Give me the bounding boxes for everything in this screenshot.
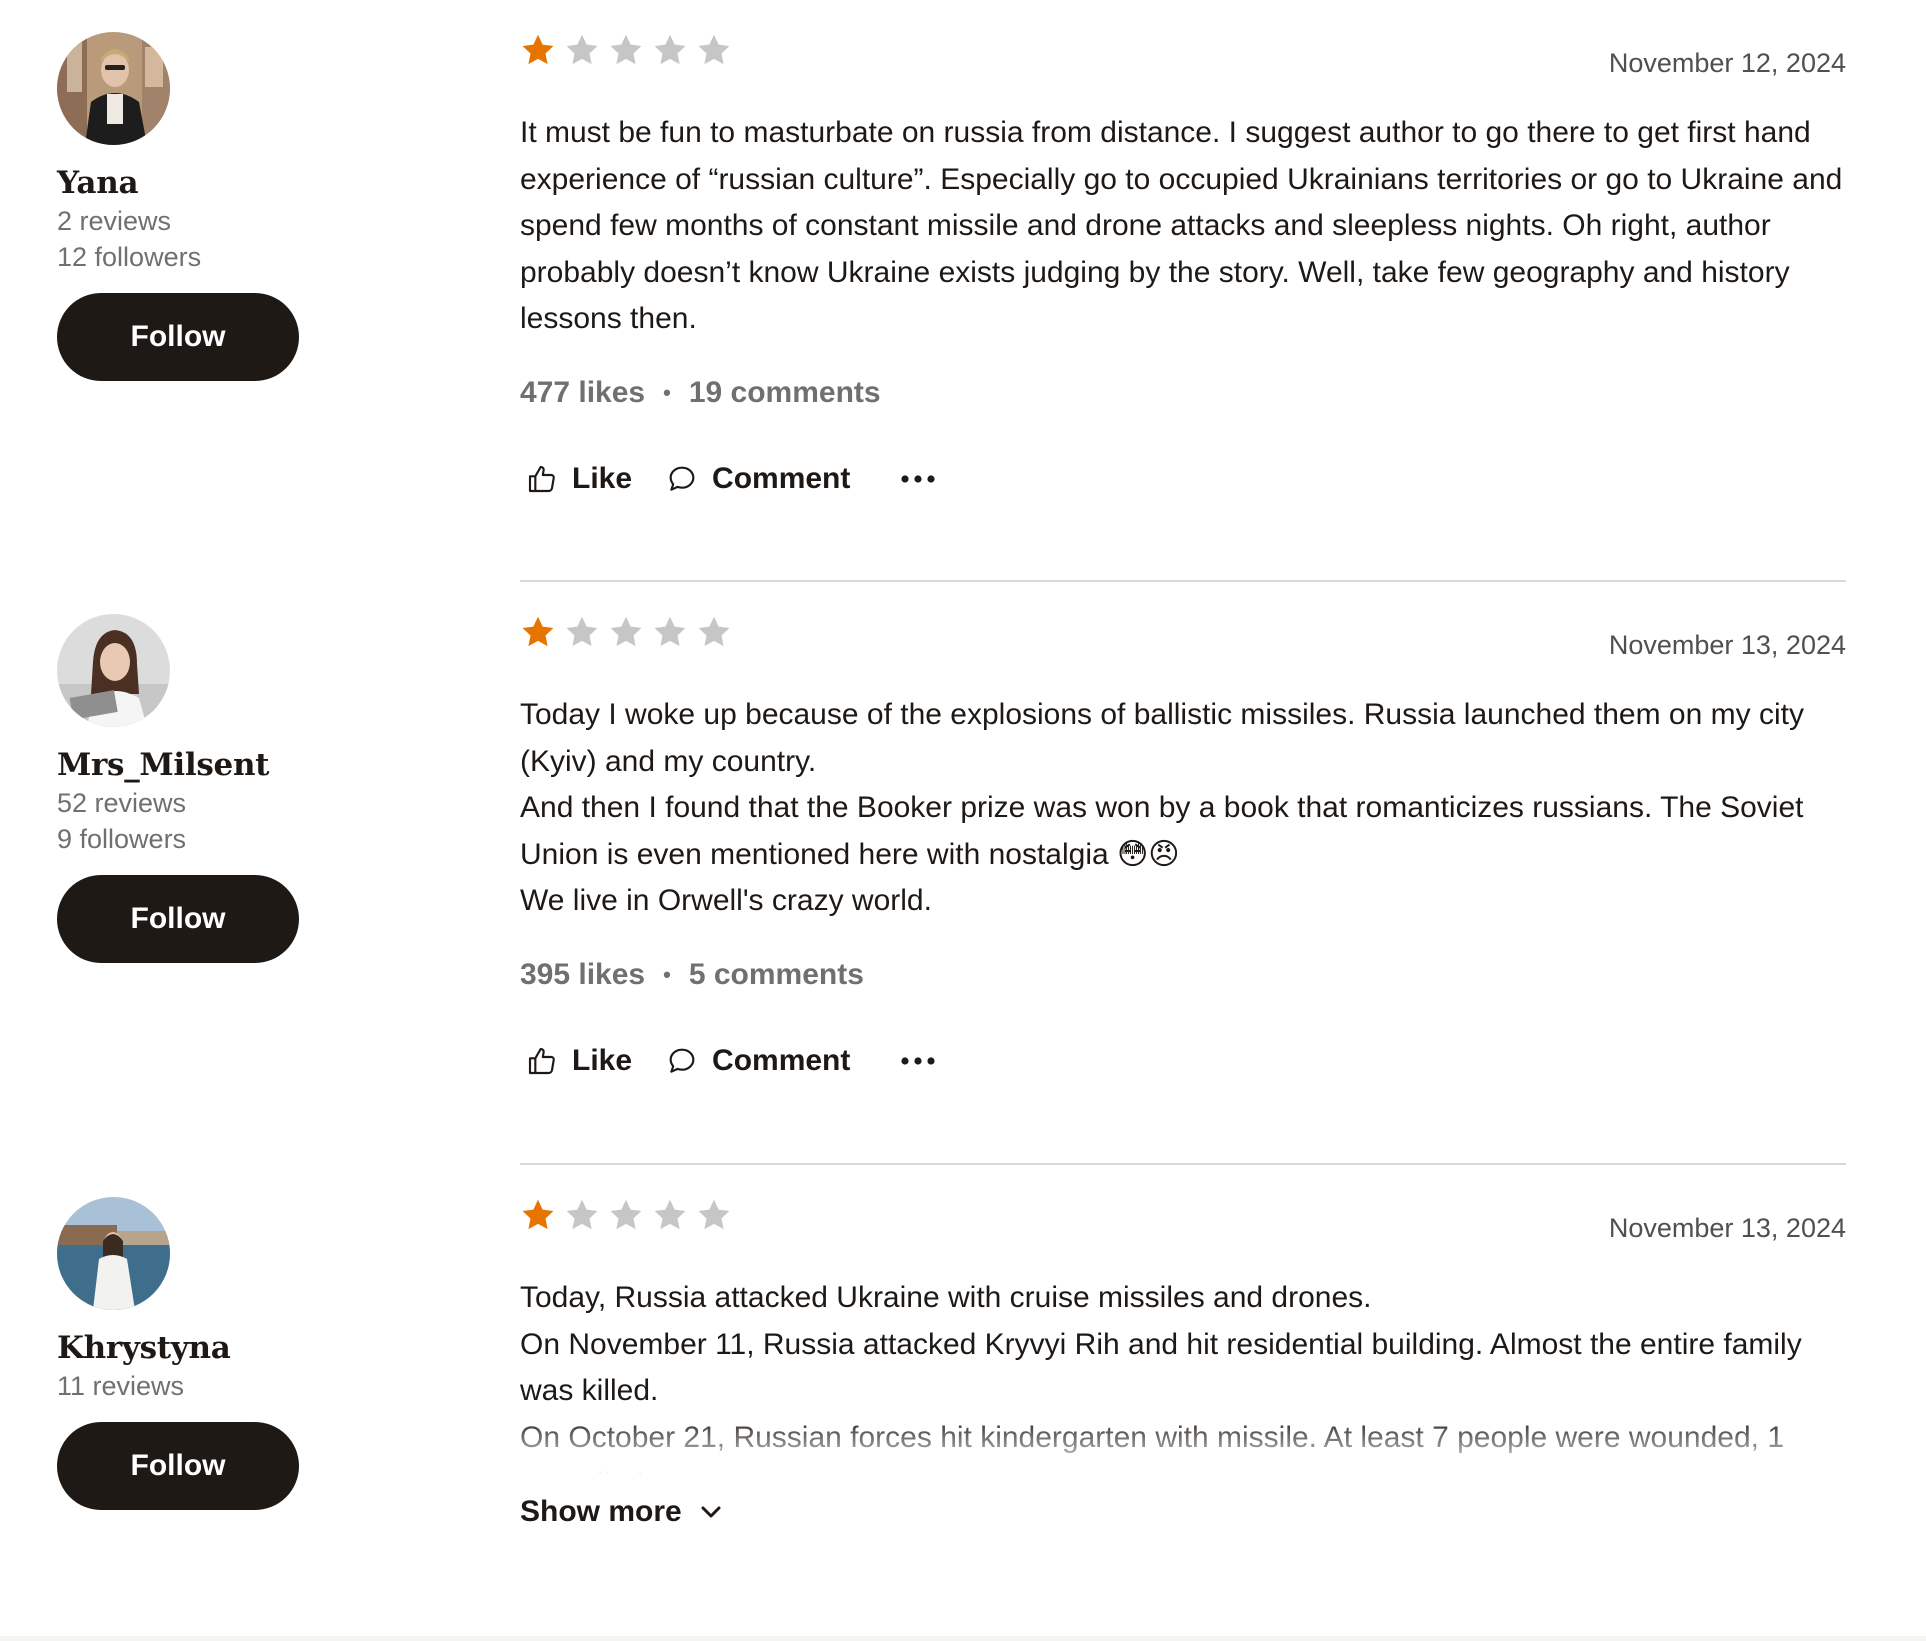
star-empty-icon bbox=[696, 1197, 732, 1233]
truncated-text: Today, Russia attacked Ukraine with crui… bbox=[520, 1275, 1846, 1475]
separator-dot: • bbox=[663, 961, 671, 987]
review-paragraph: It must be fun to masturbate on russia f… bbox=[520, 116, 1843, 335]
thumbs-up-icon bbox=[526, 1045, 572, 1077]
show-more-button[interactable]: Show more bbox=[520, 1495, 1846, 1529]
star-empty-icon bbox=[564, 1197, 600, 1233]
review-divider bbox=[520, 580, 1846, 582]
comments-count[interactable]: 5 comments bbox=[689, 958, 864, 992]
reviewer-follower-count: 9 followers bbox=[57, 824, 187, 854]
review-date[interactable]: November 12, 2024 bbox=[1609, 48, 1846, 79]
reviews-page: Yana 2 reviews 12 followers Follow Novem… bbox=[0, 0, 1926, 1641]
follow-button[interactable]: Follow bbox=[57, 1422, 299, 1510]
review-actions: Like Comment bbox=[520, 1037, 1846, 1085]
star-empty-icon bbox=[608, 32, 644, 68]
star-rating bbox=[520, 1197, 732, 1233]
comment-button[interactable]: Comment bbox=[666, 462, 850, 496]
show-more-label: Show more bbox=[520, 1495, 682, 1528]
rating-row: November 13, 2024 bbox=[520, 614, 1846, 674]
review-text: Today I woke up because of the explosion… bbox=[520, 692, 1846, 925]
ellipsis-icon bbox=[900, 473, 950, 485]
review-paragraph: Today, Russia attacked Ukraine with crui… bbox=[520, 1281, 1372, 1314]
star-empty-icon bbox=[652, 1197, 688, 1233]
star-empty-icon bbox=[696, 614, 732, 650]
follow-button[interactable]: Follow bbox=[57, 875, 299, 963]
reviewer-follower-count: 12 followers bbox=[57, 242, 202, 272]
review-stats: 477 likes • 19 comments bbox=[520, 373, 1846, 413]
like-label: Like bbox=[572, 461, 633, 495]
like-button[interactable]: Like bbox=[526, 462, 632, 496]
page-bottom-band bbox=[0, 1636, 1926, 1641]
like-button[interactable]: Like bbox=[526, 1044, 632, 1078]
more-options-button[interactable] bbox=[900, 473, 950, 485]
more-options-button[interactable] bbox=[900, 1055, 950, 1067]
review-text: It must be fun to masturbate on russia f… bbox=[520, 110, 1846, 343]
avatar[interactable] bbox=[57, 32, 170, 145]
speech-bubble-icon bbox=[666, 463, 712, 495]
reviewer-name[interactable]: Khrystyna bbox=[57, 1328, 317, 1368]
review-content: November 13, 2024 Today, Russia attacked… bbox=[520, 1197, 1846, 1529]
review-date[interactable]: November 13, 2024 bbox=[1609, 1213, 1846, 1244]
review-content: November 12, 2024 It must be fun to mast… bbox=[520, 32, 1846, 503]
avatar[interactable] bbox=[57, 1197, 170, 1310]
reviewer-review-count: 2 reviews bbox=[57, 206, 172, 236]
thumbs-up-icon bbox=[526, 463, 572, 495]
reviewer-profile: Mrs_Milsent 52 reviews 9 followers Follo… bbox=[57, 614, 317, 963]
star-empty-icon bbox=[608, 1197, 644, 1233]
comment-label: Comment bbox=[712, 461, 851, 495]
review-paragraph: We live in Orwell's crazy world. bbox=[520, 884, 932, 917]
reviewer-name[interactable]: Mrs_Milsent bbox=[57, 745, 317, 785]
reviewer-review-count: 11 reviews bbox=[57, 1371, 185, 1401]
star-empty-icon bbox=[652, 614, 688, 650]
star-empty-icon bbox=[608, 614, 644, 650]
star-empty-icon bbox=[564, 614, 600, 650]
review-paragraph: On October 21, Russian forces hit kinder… bbox=[520, 1420, 1784, 1476]
likes-count[interactable]: 477 likes bbox=[520, 376, 645, 410]
review-stats: 395 likes • 5 comments bbox=[520, 955, 1846, 995]
review-text: Today, Russia attacked Ukraine with crui… bbox=[520, 1275, 1846, 1475]
rating-row: November 13, 2024 bbox=[520, 1197, 1846, 1257]
likes-count[interactable]: 395 likes bbox=[520, 958, 645, 992]
reviewer-name[interactable]: Yana bbox=[57, 163, 317, 203]
comment-label: Comment bbox=[712, 1043, 851, 1077]
rating-row: November 12, 2024 bbox=[520, 32, 1846, 92]
review-date[interactable]: November 13, 2024 bbox=[1609, 630, 1846, 661]
star-empty-icon bbox=[564, 32, 600, 68]
reviewer-profile: Khrystyna 11 reviews Follow bbox=[57, 1197, 317, 1510]
comment-button[interactable]: Comment bbox=[666, 1044, 850, 1078]
star-empty-icon bbox=[696, 32, 732, 68]
star-filled-icon bbox=[520, 1197, 556, 1233]
chevron-down-icon bbox=[682, 1505, 722, 1519]
review-paragraph: On November 11, Russia attacked Kryvyi R… bbox=[520, 1327, 1802, 1408]
comments-count[interactable]: 19 comments bbox=[689, 376, 881, 410]
star-empty-icon bbox=[652, 32, 688, 68]
review-divider bbox=[520, 1163, 1846, 1165]
separator-dot: • bbox=[663, 379, 671, 405]
follow-button[interactable]: Follow bbox=[57, 293, 299, 381]
reviewer-profile: Yana 2 reviews 12 followers Follow bbox=[57, 32, 317, 381]
star-filled-icon bbox=[520, 614, 556, 650]
like-label: Like bbox=[572, 1043, 633, 1077]
star-rating bbox=[520, 32, 732, 68]
ellipsis-icon bbox=[900, 1055, 950, 1067]
review-paragraph: Today I woke up because of the explosion… bbox=[520, 698, 1804, 778]
speech-bubble-icon bbox=[666, 1045, 712, 1077]
star-rating bbox=[520, 614, 732, 650]
review-content: November 13, 2024 Today I woke up becaus… bbox=[520, 614, 1846, 1085]
review-actions: Like Comment bbox=[520, 455, 1846, 503]
avatar[interactable] bbox=[57, 614, 170, 727]
review-paragraph: And then I found that the Booker prize w… bbox=[520, 791, 1804, 871]
reviewer-review-count: 52 reviews bbox=[57, 788, 187, 818]
star-filled-icon bbox=[520, 32, 556, 68]
